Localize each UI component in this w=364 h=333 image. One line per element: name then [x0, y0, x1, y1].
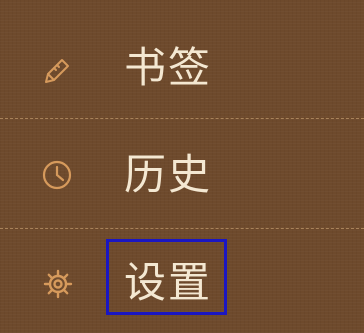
- menu-item-history[interactable]: 历史: [0, 119, 364, 228]
- pencil-icon: [42, 56, 72, 90]
- selection-highlight: [106, 239, 227, 315]
- menu-item-label: 书签: [124, 43, 213, 92]
- clock-icon: [41, 159, 73, 195]
- menu-item-bookmarks[interactable]: 书签: [0, 0, 364, 118]
- side-menu: 书签 历史 设置: [0, 0, 364, 333]
- gear-icon: [43, 269, 73, 303]
- menu-item-label: 历史: [124, 150, 213, 199]
